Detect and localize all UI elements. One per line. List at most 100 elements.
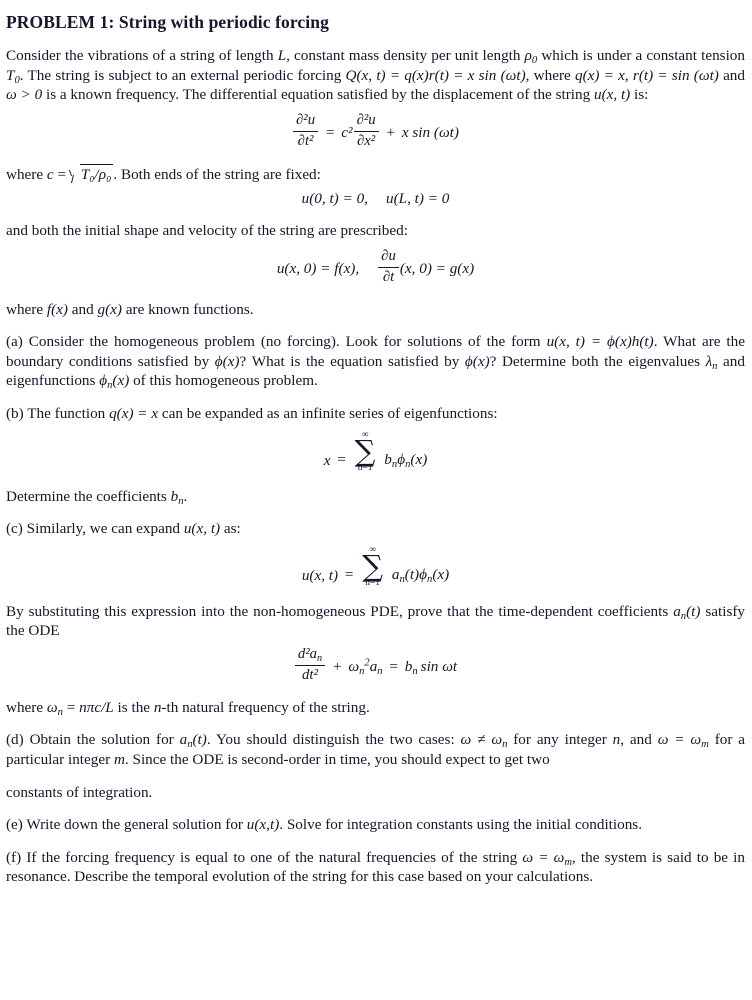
substitution-text-1: By substituting this expression into the… bbox=[6, 602, 674, 620]
intro-text-i: is: bbox=[630, 86, 649, 104]
equation-ode-an: d²an dt² + ωn2an = bn sin ωt bbox=[6, 646, 745, 685]
square-root: T₀/ρ₀ bbox=[70, 163, 114, 185]
equals-sign: = bbox=[325, 123, 335, 141]
determine-bn-paragraph: Determine the coefficients bn. bbox=[6, 487, 745, 507]
q-definition: q(x) = x bbox=[574, 66, 625, 84]
sigma-glyph: ∑ bbox=[354, 434, 376, 469]
bc-left: u(0, t) = 0, bbox=[301, 190, 368, 208]
intro-text-h: is a known frequency. The differential e… bbox=[42, 86, 594, 104]
natural-frequency-paragraph: where ωn = nπc/L is the n-th natural fre… bbox=[6, 698, 745, 718]
symbol-f: f(x) bbox=[46, 300, 68, 318]
ode-numerator: d²an bbox=[294, 646, 326, 666]
part-e-text-1: Write down the general solution for bbox=[22, 816, 247, 834]
separable-form: u(x, t) = ϕ(x)h(t) bbox=[546, 333, 654, 351]
part-f-paragraph: (f) If the forcing frequency is equal to… bbox=[6, 848, 745, 887]
eigenfunction-phi-n: ϕn(x) bbox=[397, 451, 428, 471]
part-d-text-1: Obtain the solution for bbox=[23, 731, 180, 749]
part-d-text-6: . Since the ODE is second-order in time,… bbox=[124, 751, 550, 768]
case-omega-eq-omega-m: ω = ωm bbox=[657, 731, 709, 751]
intro-text-g: and bbox=[718, 66, 745, 84]
natural-frequency-expression: nπc/L bbox=[79, 698, 114, 716]
equation-x-expansion: x = ∞ ∑ n=1 bnϕn(x) bbox=[6, 429, 745, 474]
part-c-paragraph: (c) Similarly, we can expand u(x, t) as: bbox=[6, 519, 745, 539]
summation-symbol: ∞ ∑ n=1 bbox=[362, 544, 384, 589]
phi-of-x-1: ϕ(x) bbox=[214, 352, 240, 370]
equals-sign: = bbox=[337, 451, 346, 469]
c-squared: c² bbox=[341, 123, 353, 141]
part-d-continuation: constants of integration. bbox=[6, 783, 153, 801]
symbol-g: g(x) bbox=[97, 300, 122, 318]
part-e-paragraph: (e) Write down the general solution for … bbox=[6, 815, 745, 835]
wave-speed-suffix: . Both ends of the string are fixed: bbox=[113, 165, 321, 183]
intro-text-c: which is under a constant tension bbox=[537, 47, 745, 64]
eigenvalue-lambda-n: λn bbox=[705, 352, 718, 372]
part-e-tag: (e) bbox=[6, 816, 23, 834]
part-a-text-6: of this homogeneous problem. bbox=[129, 372, 318, 390]
coefficient-bn: bn bbox=[384, 451, 398, 471]
part-d-paragraph: (d) Obtain the solution for an(t). You s… bbox=[6, 730, 745, 769]
ic-velocity: (x, 0) = g(x) bbox=[399, 259, 475, 277]
equals-sign: = bbox=[344, 566, 354, 584]
kf-text-b: and bbox=[67, 300, 98, 318]
forcing-term: x sin (ωt) bbox=[401, 123, 459, 141]
intro-text-a: Consider the vibrations of a string of l… bbox=[6, 47, 278, 64]
equation-boundary-conditions: u(0, t) = 0, u(L, t) = 0 bbox=[6, 190, 745, 208]
sigma-glyph: ∑ bbox=[362, 549, 384, 584]
coefficient-an: an(t) bbox=[391, 566, 420, 586]
second-space-derivative: ∂²u ∂x² bbox=[353, 112, 379, 151]
part-d-tag: (d) bbox=[6, 731, 24, 749]
part-c-text-1: Similarly, we can expand bbox=[22, 520, 184, 538]
wave-speed-paragraph: where c = T₀/ρ₀. Both ends of the string… bbox=[6, 163, 745, 185]
u-symbol: u(x, t) bbox=[183, 520, 221, 538]
part-c-text-2: as: bbox=[220, 520, 241, 538]
symbol-L: L bbox=[277, 47, 287, 64]
part-a-text-1: Consider the homogeneous problem (no for… bbox=[22, 333, 547, 351]
symbol-bn: bn bbox=[170, 487, 184, 507]
bn-term: bn bbox=[404, 657, 418, 677]
intro-paragraph: Consider the vibrations of a string of l… bbox=[6, 46, 745, 105]
eigenfunction-phi-n: ϕn(x) bbox=[419, 566, 450, 586]
bc-right: u(L, t) = 0 bbox=[385, 190, 450, 208]
part-b-text-1: The function bbox=[23, 405, 110, 422]
second-time-derivative: ∂²u ∂t² bbox=[293, 112, 319, 151]
r-definition: r(t) = sin (ωt) bbox=[632, 66, 719, 84]
intro-text-e: , where bbox=[525, 66, 575, 84]
document-page: PROBLEM 1: String with periodic forcing … bbox=[0, 0, 752, 887]
nf-text-a: where bbox=[6, 698, 47, 716]
u-symbol: u(x, t) bbox=[593, 86, 631, 104]
plus-sign: + bbox=[386, 123, 396, 141]
u-lhs: u(x, t) bbox=[301, 566, 339, 584]
equals-sign: = bbox=[53, 165, 70, 183]
determine-text: Determine the coefficients bbox=[6, 487, 171, 505]
equals-sign: = bbox=[389, 657, 398, 675]
omega-condition: ω > 0 bbox=[6, 86, 43, 104]
part-a-text-3: ? What is the equation satisfied by bbox=[239, 352, 465, 370]
intro-text-d: . The string is subject to an external p… bbox=[19, 66, 346, 84]
equals-sign: = bbox=[62, 698, 80, 716]
phi-of-x-2: ϕ(x) bbox=[464, 352, 490, 370]
forcing-definition: Q(x, t) = q(x)r(t) = x sin (ωt) bbox=[345, 66, 526, 84]
an-term: an bbox=[369, 657, 383, 677]
symbol-c: c bbox=[46, 165, 54, 183]
sin-omega-t: sin ωt bbox=[420, 657, 458, 675]
intro-text-f: , bbox=[624, 66, 633, 84]
symbol-an-of-t: an(t) bbox=[673, 602, 701, 622]
part-a-tag: (a) bbox=[6, 333, 23, 351]
part-b-text-2: can be expanded as an infinite series of… bbox=[158, 405, 498, 422]
omega-n: ωn bbox=[46, 698, 63, 718]
known-functions-paragraph: where f(x) and g(x) are known functions. bbox=[6, 300, 745, 320]
symbol-m: m bbox=[113, 751, 125, 768]
kf-text-c: are known functions. bbox=[121, 300, 254, 318]
intro-text-b: , constant mass density per unit length bbox=[286, 47, 525, 64]
part-a-text-4: ? Determine both the eigenvalues bbox=[489, 352, 706, 370]
u-symbol: u(x,t) bbox=[246, 816, 280, 834]
q-equals-x: q(x) = x bbox=[109, 405, 159, 422]
ic-shape: u(x, 0) = f(x), bbox=[276, 259, 360, 277]
equation-initial-conditions: u(x, 0) = f(x), ∂u ∂t (x, 0) = g(x) bbox=[6, 248, 745, 287]
part-e-text-2: . Solve for integration constants using … bbox=[279, 816, 643, 834]
equation-u-expansion: u(x, t) = ∞ ∑ n=1 an(t)ϕn(x) bbox=[6, 544, 745, 589]
kf-text-a: where bbox=[6, 300, 47, 318]
case-omega-neq-omega-n: ω ≠ ωn bbox=[460, 731, 508, 751]
wave-speed-prefix: where bbox=[6, 165, 47, 183]
summation-symbol: ∞ ∑ n=1 bbox=[354, 429, 376, 474]
